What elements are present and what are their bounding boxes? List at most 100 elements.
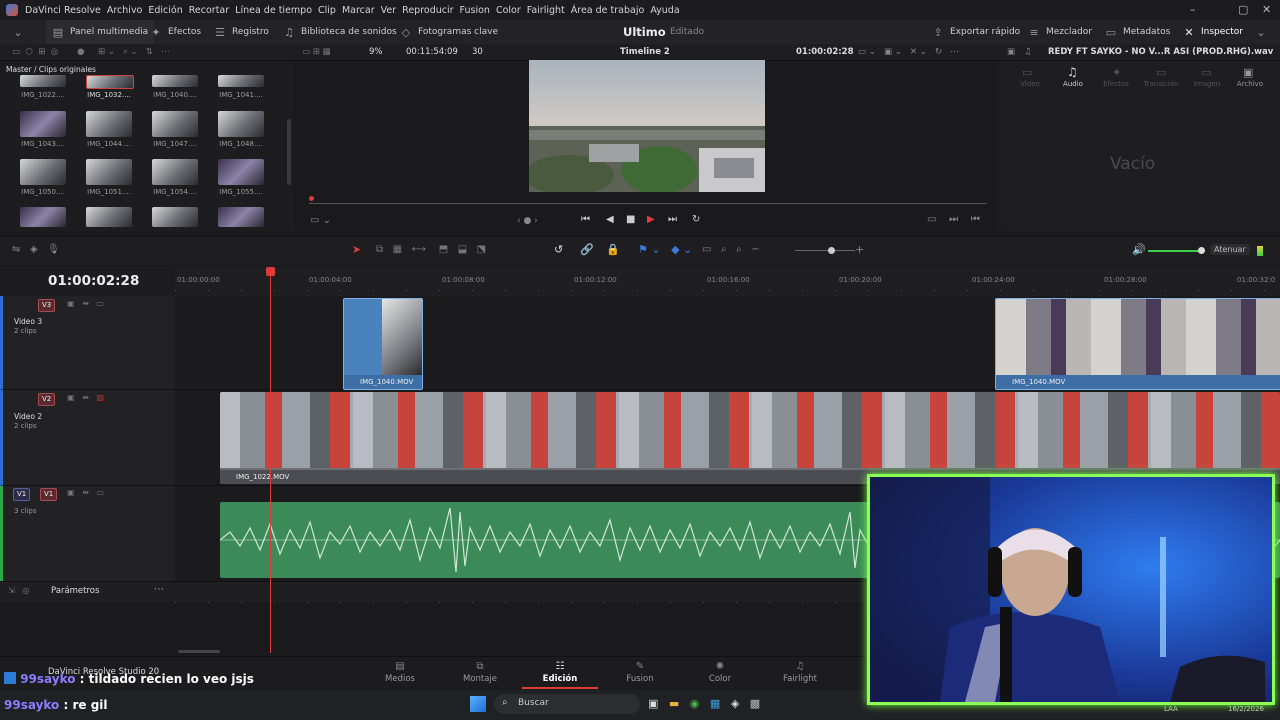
media-pool-scrollbar[interactable] [287, 119, 291, 185]
metadata-button[interactable]: ▭ Metadatos [1105, 20, 1171, 44]
tab-efectos[interactable]: Efectos [1094, 80, 1138, 88]
page-fairlight[interactable]: ♫ Fairlight [760, 657, 840, 689]
clip-thumbnail[interactable] [86, 207, 132, 227]
clip-thumbnail[interactable] [218, 111, 264, 137]
timeline-clip[interactable]: IMG_1040.MOV [343, 298, 423, 390]
zoom-level[interactable]: 9% [369, 44, 383, 60]
track-id-badge[interactable]: V1 [40, 488, 58, 501]
loop-icon[interactable]: ↻ [692, 214, 700, 225]
zoom-in-icon[interactable]: + [855, 243, 864, 256]
timeline-scrollbar[interactable] [178, 650, 220, 653]
tab-archivo[interactable]: Archivo [1228, 80, 1272, 88]
menu-fusion[interactable]: Fusion [460, 5, 496, 16]
menu-ver[interactable]: Ver [381, 5, 403, 16]
menu-clip[interactable]: Clip [318, 5, 342, 16]
effects-tab-icon[interactable]: ✦ [1112, 66, 1121, 79]
menu-color[interactable]: Color [496, 5, 527, 16]
video-tab-icon[interactable]: ▭ [1022, 66, 1032, 79]
jog-icon[interactable]: ‹ ● › [517, 216, 538, 226]
clip-thumbnail[interactable] [152, 159, 198, 185]
track-controls-icon[interactable]: ▣ ⇹ ▭ [67, 488, 104, 497]
scrubber-playhead[interactable] [309, 196, 314, 201]
timeline-view-icon[interactable]: ⇋ ◈ 🎙 [12, 244, 60, 255]
clip-thumbnail[interactable] [20, 75, 66, 87]
workspace-toggle-icon[interactable]: ⌄ [12, 20, 30, 44]
image-tab-icon[interactable]: ▭ [1201, 66, 1211, 79]
timeline-ruler[interactable]: 01:00:00:00 01:00:04:00 01:00:08:00 01:0… [175, 266, 1280, 296]
effects-button[interactable]: ✦ Efectos [150, 20, 201, 44]
clip-thumbnail[interactable] [86, 111, 132, 137]
search-box[interactable]: ⌕ Buscar [494, 694, 640, 714]
menu-ayuda[interactable]: Ayuda [650, 5, 685, 16]
tab-video[interactable]: Video [1008, 80, 1052, 88]
tab-audio[interactable]: Audio [1051, 80, 1095, 88]
menu-archivo[interactable]: Archivo [107, 5, 149, 16]
tab-transicion[interactable]: Transición [1139, 80, 1183, 88]
transition-tab-icon[interactable]: ▭ [1156, 66, 1166, 79]
menu-area-trabajo[interactable]: Área de trabajo [571, 5, 651, 16]
volume-slider[interactable] [1148, 250, 1200, 252]
parameters-menu-icon[interactable]: ⋯ [154, 584, 164, 595]
minimize-icon[interactable]: – [1190, 3, 1196, 16]
selection-tool-icon[interactable]: ➤ [352, 243, 361, 256]
clip-thumbnail[interactable] [218, 159, 264, 185]
taskbar-apps-icon[interactable]: ▣ ▬ ◉ ▦ ◈ ▩ [648, 697, 760, 710]
track-header-v3[interactable]: V3 ▣ ⇹ ▭ Video 3 2 clips [0, 296, 177, 390]
tab-imagen[interactable]: Imagen [1185, 80, 1229, 88]
link-icon[interactable]: 🔗 [580, 243, 594, 256]
playhead-handle[interactable] [266, 267, 275, 276]
menu-reproducir[interactable]: Reproducir [402, 5, 459, 16]
snap-icon[interactable]: ↺ [554, 243, 563, 256]
menu-marcar[interactable]: Marcar [342, 5, 381, 16]
clip-thumbnail[interactable] [152, 207, 198, 227]
clip-thumbnail[interactable] [218, 75, 264, 87]
dim-button[interactable]: Atenuar [1210, 244, 1250, 255]
play-icon[interactable]: ▶ [647, 214, 655, 225]
zoom-slider-knob[interactable] [828, 247, 835, 254]
close-icon[interactable]: ✕ [1262, 3, 1271, 16]
menu-fairlight[interactable]: Fairlight [527, 5, 571, 16]
edit-tools-icon[interactable]: ⧉ ▦ ⟷ ⬒ ⬓ ⬔ [376, 244, 486, 255]
page-cut[interactable]: ⧉ Montaje [440, 657, 520, 689]
viewer-tools-icon[interactable]: ▭ ⌄ [310, 215, 331, 226]
quick-export-button[interactable]: ⇪ Exportar rápido [932, 20, 1020, 44]
track-header-a1[interactable]: V1 V1 ▣ ⇹ ▭ 3 clips [0, 486, 177, 582]
viewer-layout-icon[interactable]: ▭ ⊞ ▦ [302, 44, 331, 60]
lock-icon[interactable]: 🔒 [606, 243, 620, 256]
page-media[interactable]: ▤ Medios [360, 657, 440, 689]
playhead-line[interactable] [270, 268, 271, 653]
expand-icon[interactable]: ⌄ [1255, 20, 1273, 44]
clip-thumbnail[interactable] [152, 111, 198, 137]
zoom-slider[interactable] [795, 250, 855, 251]
track-controls-icon[interactable]: ▣ ⇹ ▨ [67, 393, 104, 402]
keyframes-button[interactable]: ◇ Fotogramas clave [400, 20, 498, 44]
menu-recortar[interactable]: Recortar [189, 5, 235, 16]
track-id-badge[interactable]: V2 [38, 393, 56, 406]
play-reverse-icon[interactable]: ◀ [606, 214, 614, 225]
menu-app[interactable]: DaVinci Resolve [25, 5, 107, 16]
flag-icon[interactable]: ⚑ ⌄ ◆ ⌄ [638, 243, 692, 256]
track-header-v2[interactable]: V2 ▣ ⇹ ▨ Video 2 2 clips [0, 390, 177, 486]
match-frame-icon[interactable]: ▭ ⏭ ⏮ [927, 214, 980, 225]
inspector-button[interactable]: ✕ Inspector [1183, 20, 1243, 44]
menu-edicion[interactable]: Edición [148, 5, 188, 16]
clip-thumbnail[interactable] [86, 75, 134, 89]
audio-tab-icon[interactable]: ♫ [1067, 65, 1078, 79]
sound-library-button[interactable]: ♫ Biblioteca de sonidos [283, 20, 397, 44]
clip-thumbnail[interactable] [218, 207, 264, 227]
clip-thumbnail[interactable] [152, 75, 198, 87]
parameters-toggle-icon[interactable]: ⇲ ◎ [8, 586, 29, 595]
start-icon[interactable] [470, 696, 486, 712]
file-tab-icon[interactable]: ▣ [1243, 66, 1253, 79]
page-fusion[interactable]: ✎ Fusion [600, 657, 680, 689]
timeline-clip[interactable]: IMG_1040.MOV [995, 298, 1280, 390]
viewer-scrubber[interactable] [309, 196, 987, 205]
clip-thumbnail[interactable] [20, 207, 66, 227]
language-indicator[interactable]: LAA [1164, 705, 1178, 713]
volume-knob[interactable] [1198, 247, 1205, 254]
timeline-name[interactable]: Timeline 2 [620, 44, 670, 60]
page-edit[interactable]: ☷ Edición [520, 657, 600, 689]
timeline-clip[interactable]: IMG_1022.MOV [220, 392, 1280, 484]
track-controls-icon[interactable]: ▣ ⇹ ▭ [67, 299, 104, 308]
media-pool-tools[interactable]: ▭ ⬡ ⊞ ◎ ● ⊞ ⌄ ⌕ ⌄ ⇅ ⋯ [12, 44, 170, 60]
